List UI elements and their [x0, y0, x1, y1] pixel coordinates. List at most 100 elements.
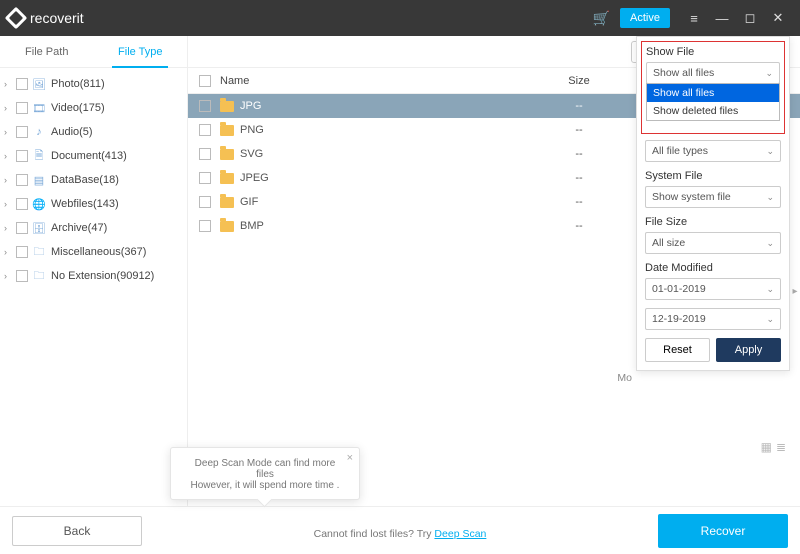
category-icon: 🗀	[32, 269, 46, 283]
sidebar-item[interactable]: ›🌐Webfiles(143)	[0, 192, 187, 216]
apply-button[interactable]: Apply	[716, 338, 781, 362]
maximize-icon[interactable]: ◻	[736, 4, 764, 32]
list-view-icon[interactable]: ≣	[776, 440, 786, 454]
sidebar-item[interactable]: › 🗄 Archive(47)	[0, 216, 187, 240]
row-name: BMP	[240, 220, 264, 232]
show-file-select[interactable]: Show all files⌄	[646, 62, 780, 84]
show-file-label: Show File	[646, 46, 780, 58]
minimize-icon[interactable]: —	[708, 4, 736, 32]
col-size[interactable]: Size	[544, 75, 614, 87]
row-name: GIF	[240, 196, 258, 208]
system-file-label: System File	[645, 170, 781, 182]
footer: Back Cannot find lost files? Try Deep Sc…	[0, 506, 800, 554]
reset-button[interactable]: Reset	[645, 338, 710, 362]
grid-view-icon[interactable]: ▦	[761, 440, 772, 454]
chevron-down-icon: ⌄	[766, 146, 774, 157]
col-name[interactable]: Name	[220, 75, 544, 87]
close-icon[interactable]: ✕	[764, 4, 792, 32]
lost-files-text: Cannot find lost files? Try Deep Scan	[314, 528, 487, 540]
recover-button[interactable]: Recover	[658, 514, 788, 548]
tooltip-close-icon[interactable]: ×	[347, 452, 353, 464]
deep-scan-link[interactable]: Deep Scan	[434, 528, 486, 540]
file-size-select[interactable]: All size⌄	[645, 232, 781, 254]
chevron-right-icon: ›	[4, 271, 14, 281]
back-button[interactable]: Back	[12, 516, 142, 546]
row-size: --	[544, 148, 614, 160]
view-toggle: ▦ ≣	[761, 440, 786, 454]
option-show-deleted[interactable]: Show deleted files	[647, 102, 779, 120]
date-to-select[interactable]: 12-19-2019⌄	[645, 308, 781, 330]
folder-icon	[220, 101, 234, 112]
row-checkbox[interactable]	[199, 196, 211, 208]
sidebar-item[interactable]: ›♪Audio(5)	[0, 120, 187, 144]
row-checkbox[interactable]	[199, 100, 211, 112]
category-checkbox[interactable]	[16, 150, 28, 162]
option-show-all[interactable]: Show all files	[647, 84, 779, 102]
sidebar: File Path File Type ›🖼Photo(811)›🎞Video(…	[0, 36, 188, 506]
active-button[interactable]: Active	[620, 8, 670, 28]
folder-icon	[220, 197, 234, 208]
filter-panel: Show File Show all files⌄ Show all files…	[636, 36, 790, 371]
category-checkbox[interactable]	[16, 102, 28, 114]
chevron-down-icon: ⌄	[766, 238, 774, 249]
sidebar-tabs: File Path File Type	[0, 36, 187, 68]
row-size: --	[544, 172, 614, 184]
category-checkbox[interactable]	[16, 78, 28, 90]
chevron-down-icon: ⌄	[766, 314, 774, 325]
sidebar-item[interactable]: ›🗎Document(413)	[0, 144, 187, 168]
category-icon: 🖼	[32, 77, 46, 91]
brand-text: recoverit	[30, 10, 84, 26]
select-all-checkbox[interactable]	[199, 75, 211, 87]
category-checkbox[interactable]	[16, 270, 28, 282]
deep-scan-tooltip: × Deep Scan Mode can find more files How…	[170, 447, 360, 500]
file-type-select[interactable]: All file types⌄	[645, 140, 781, 162]
row-name: JPEG	[240, 172, 269, 184]
sidebar-item[interactable]: ›🖼Photo(811)	[0, 72, 187, 96]
chevron-right-icon: ›	[4, 79, 14, 89]
sidebar-item[interactable]: ›🎞Video(175)	[0, 96, 187, 120]
category-label: Audio(5)	[51, 126, 93, 138]
file-size-label: File Size	[645, 216, 781, 228]
category-icon: 🌐	[32, 197, 46, 211]
cart-icon[interactable]: 🛒	[593, 10, 610, 27]
system-file-select[interactable]: Show system file⌄	[645, 186, 781, 208]
chevron-down-icon: ⌄	[766, 192, 774, 203]
menu-icon[interactable]: ≡	[680, 4, 708, 32]
category-icon: 🗎	[32, 149, 46, 163]
row-checkbox[interactable]	[199, 172, 211, 184]
sidebar-item[interactable]: ›🗀Miscellaneous(367)	[0, 240, 187, 264]
category-checkbox[interactable]	[16, 222, 28, 234]
row-checkbox[interactable]	[199, 220, 211, 232]
date-from-select[interactable]: 01-01-2019⌄	[645, 278, 781, 300]
row-size: --	[544, 100, 614, 112]
category-label: Video(175)	[51, 102, 105, 114]
category-label: Archive(47)	[51, 222, 107, 234]
category-icon: 🎞	[32, 101, 46, 115]
row-checkbox[interactable]	[199, 124, 211, 136]
row-size: --	[544, 196, 614, 208]
category-checkbox[interactable]	[16, 246, 28, 258]
chevron-right-icon: ›	[4, 223, 14, 233]
chevron-right-icon: ›	[4, 175, 14, 185]
folder-icon	[220, 173, 234, 184]
category-icon: 🗀	[32, 245, 46, 259]
sidebar-item[interactable]: ›🗀No Extension(90912)	[0, 264, 187, 288]
sidebar-item[interactable]: ›▤DataBase(18)	[0, 168, 187, 192]
tab-file-path[interactable]: File Path	[0, 36, 94, 67]
category-checkbox[interactable]	[16, 126, 28, 138]
category-checkbox[interactable]	[16, 198, 28, 210]
panel-toggle[interactable]: ▸	[790, 271, 800, 311]
folder-icon	[220, 125, 234, 136]
row-name: PNG	[240, 124, 264, 136]
date-modified-label: Date Modified	[645, 262, 781, 274]
tooltip-line1: Deep Scan Mode can find more files	[187, 458, 343, 480]
tab-file-type[interactable]: File Type	[94, 36, 188, 67]
chevron-down-icon: ⌄	[765, 68, 773, 79]
category-icon: 🗄	[32, 221, 46, 235]
category-icon: ♪	[32, 125, 46, 139]
row-checkbox[interactable]	[199, 148, 211, 160]
category-checkbox[interactable]	[16, 174, 28, 186]
folder-icon	[220, 221, 234, 232]
category-label: Miscellaneous(367)	[51, 246, 146, 258]
row-size: --	[544, 220, 614, 232]
